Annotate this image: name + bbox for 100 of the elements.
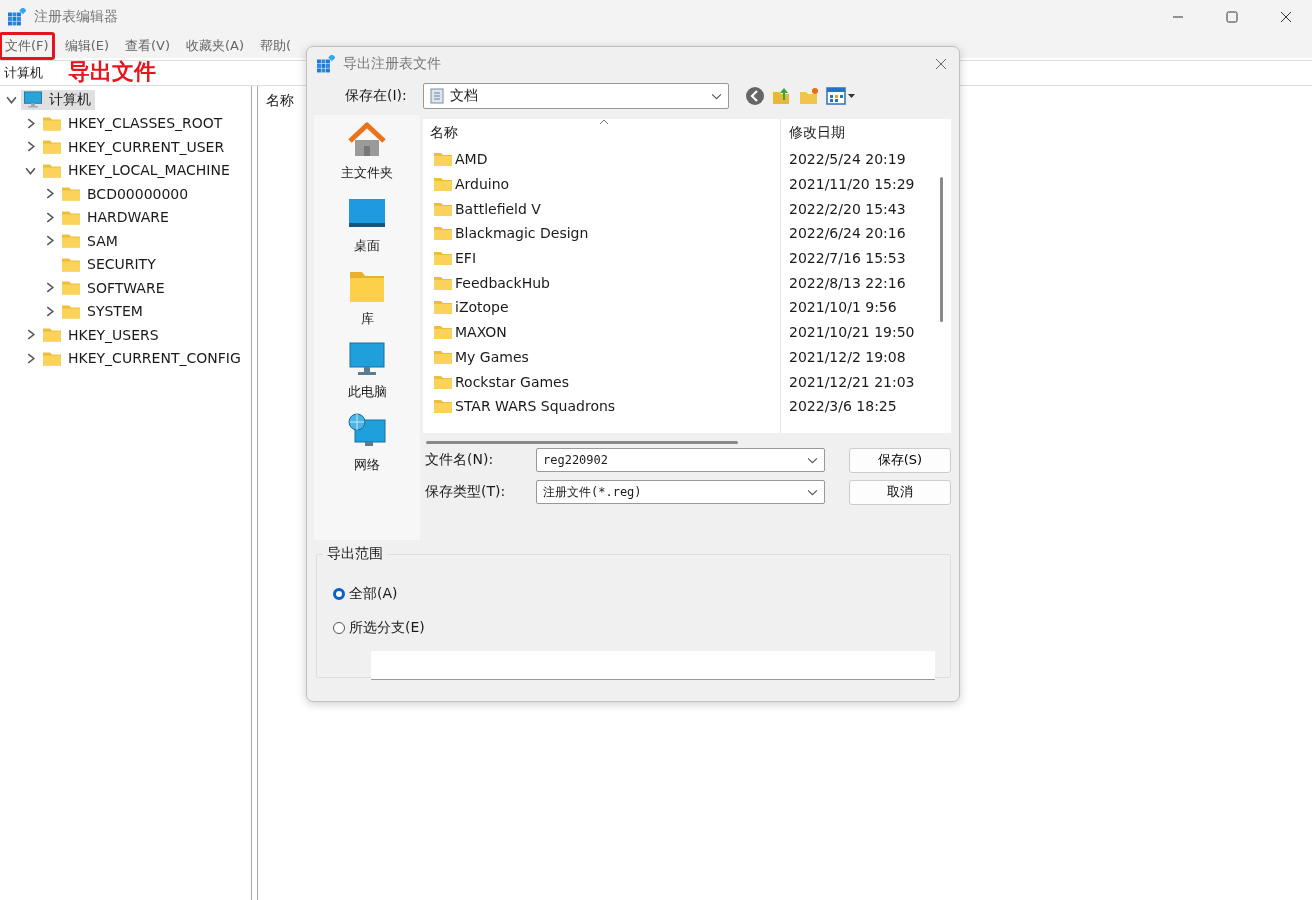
date-cell-text: 2022/5/24 20:19 [788,151,906,168]
registry-icon [317,55,335,73]
dialog-title: 导出注册表文件 [343,55,441,73]
date-cell-text: 2021/12/21 21:03 [788,373,915,390]
file-type-dropdown[interactable]: 注册文件(*.reg) [536,480,825,504]
date-cell-text: 2021/10/21 19:50 [788,324,915,341]
tree-item[interactable]: HKEY_CURRENT_CONFIG [40,348,245,368]
up-folder-icon[interactable] [772,86,792,106]
file-item[interactable]: Rockstar Games [423,373,782,390]
annotation-text: 导出文件 [68,58,156,86]
place-item[interactable]: 此电脑 [347,334,387,407]
place-item[interactable]: 桌面 [347,188,387,261]
tree-item[interactable]: SOFTWARE [59,278,169,298]
chevron-icon[interactable] [44,211,55,223]
save-button[interactable]: 保存(S) [849,447,951,473]
chevron-icon[interactable] [25,329,36,341]
branch-field[interactable] [371,651,935,680]
folder-icon [433,398,453,415]
file-item[interactable]: MAXON [423,324,782,341]
column-header[interactable]: 名称 [423,124,782,142]
file-item[interactable]: FeedbackHub [423,274,782,291]
group-title: 导出范围 [323,545,387,563]
tree-item[interactable]: HKEY_CLASSES_ROOT [40,113,227,133]
scrollbar-thumb[interactable] [940,177,943,322]
back-icon[interactable] [745,86,765,106]
menu-item[interactable]: 帮助( [254,32,298,60]
date-cell-text: 2022/2/20 15:43 [788,200,906,217]
view-menu-icon[interactable] [826,87,856,105]
date-cell-text: 2022/3/6 18:25 [788,398,897,415]
folder-icon [433,176,453,193]
window-title: 注册表编辑器 [34,8,118,26]
chevron-icon[interactable] [44,188,55,200]
place-item[interactable]: 主文件夹 [341,115,393,188]
tree-item[interactable]: HKEY_USERS [40,325,163,345]
tree-item[interactable]: SYSTEM [59,301,147,321]
column-header[interactable]: 修改日期 [782,124,845,142]
date-cell-text: 2021/11/20 15:29 [788,176,915,193]
folder-icon [61,232,81,250]
file-type-label: 保存类型(T): [424,483,507,501]
folder-icon [433,200,453,217]
file-item[interactable]: Battlefield V [423,200,782,217]
folder-icon [433,299,453,316]
radio-button[interactable] [333,622,345,634]
dropdown-icon [807,456,818,464]
column-header[interactable]: 名称 [266,92,294,108]
file-item[interactable]: STAR WARS Squadrons [423,398,782,415]
folder-icon [433,324,453,341]
close-icon[interactable] [1280,11,1292,23]
tree-item[interactable]: HARDWARE [59,207,173,227]
close-icon[interactable] [935,58,947,70]
date-cell-text: 2022/8/13 22:16 [788,274,906,291]
chevron-icon[interactable] [6,94,17,106]
monitor-icon [23,91,43,109]
tree-item[interactable]: HKEY_CURRENT_USER [40,137,229,157]
file-item[interactable]: AMD [423,151,782,168]
folder-icon [433,151,453,168]
scrollbar-thumb[interactable] [426,441,738,444]
file-item[interactable]: Blackmagic Design [423,225,782,242]
tree-item[interactable]: SECURITY [59,254,160,274]
date-cell-text: 2022/6/24 20:16 [788,225,906,242]
menu-item[interactable]: 文件(F) [0,32,55,60]
cancel-button[interactable]: 取消 [849,479,951,505]
radio-label: 所选分支(E) [349,619,425,637]
sort-up-icon [599,119,609,125]
tree-item[interactable]: HKEY_LOCAL_MACHINE [40,160,234,180]
filename-field[interactable]: reg220902 [536,448,825,472]
folder-icon [42,326,62,344]
folder-icon [61,279,81,297]
chevron-icon[interactable] [44,235,55,247]
tree-item[interactable]: BCD00000000 [59,184,193,204]
chevron-icon[interactable] [44,282,55,294]
folder-icon [42,138,62,156]
menu-item[interactable]: 查看(V) [119,32,177,60]
menu-item[interactable]: 编辑(E) [58,32,115,60]
file-item[interactable]: iZotope [423,299,782,316]
new-folder-icon[interactable] [799,86,819,106]
registry-icon [8,8,26,26]
menu-item[interactable]: 收藏夹(A) [180,32,251,60]
document-icon [430,88,444,104]
folder-icon [433,348,453,365]
save-in-label: 保存在(I): [345,87,408,105]
place-item[interactable]: 网络 [347,407,387,480]
dropdown-icon [807,488,818,496]
location-dropdown[interactable]: 文档 [423,83,729,109]
file-item[interactable]: Arduino [423,176,782,193]
tree-item[interactable]: SAM [59,231,122,251]
place-item[interactable]: 库 [347,261,387,334]
maximize-icon[interactable] [1226,11,1238,23]
chevron-icon[interactable] [25,352,36,364]
filename-label: 文件名(N): [424,451,495,469]
radio-button[interactable] [333,588,345,600]
file-item[interactable]: EFI [423,250,782,267]
radio-label: 全部(A) [349,585,398,603]
file-item[interactable]: My Games [423,348,782,365]
chevron-icon[interactable] [44,305,55,317]
date-cell-text: 2021/12/2 19:08 [788,348,906,365]
chevron-icon[interactable] [25,117,36,129]
chevron-icon[interactable] [25,141,36,153]
tree-item[interactable]: 计算机 [21,89,95,110]
folder-icon [433,225,453,242]
